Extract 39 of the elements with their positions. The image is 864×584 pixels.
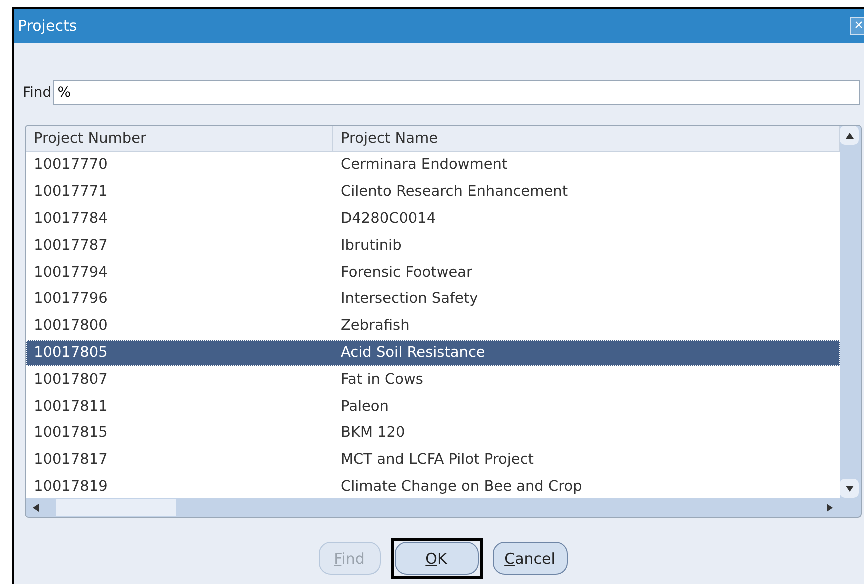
- find-field[interactable]: %: [52, 80, 860, 105]
- column-header[interactable]: Project Number: [26, 126, 333, 151]
- window-title: Projects: [18, 17, 78, 35]
- table-cell-text: Forensic Footwear: [340, 264, 474, 283]
- table-cell-text: Paleon: [340, 398, 390, 417]
- scroll-thumb[interactable]: [56, 499, 176, 516]
- scroll-right-icon[interactable]: [826, 502, 834, 512]
- table-row[interactable]: 10017805 Acid Soil Resistance: [26, 340, 840, 366]
- table-cell-text: 10017800: [33, 317, 109, 336]
- table-cell-text: Climate Change on Bee and Crop: [340, 478, 584, 497]
- vertical-scrollbar[interactable]: [840, 126, 861, 498]
- table-cell-text: 10017817: [33, 451, 109, 470]
- table-cell-text: 10017794: [33, 264, 109, 283]
- table-cell-text: 10017807: [33, 370, 109, 390]
- scroll-left-icon[interactable]: [32, 502, 40, 512]
- table-cell-text: D4280C0014: [340, 210, 438, 229]
- dialog-button[interactable]: Cancel: [492, 542, 568, 575]
- table-cell-text: Ibrutinib: [340, 236, 403, 256]
- table-cell-text: 10017811: [33, 398, 109, 417]
- table-cell-text: 10017819: [33, 478, 109, 497]
- table-cell-text: 10017815: [33, 424, 109, 444]
- table-cell-text: 10017784: [33, 210, 109, 229]
- table-cell-text: 10017771: [33, 183, 109, 202]
- table-cell-text: Cilento Research Enhancement: [340, 183, 570, 202]
- table-cell-text: Fat in Cows: [340, 370, 424, 390]
- table-cell-text: Cerminara Endowment: [340, 156, 509, 176]
- table-cell-text: 10017770: [33, 156, 109, 176]
- table-cell-text: Intersection Safety: [340, 290, 480, 310]
- table-cell-text: BKM 120: [340, 424, 406, 444]
- table-cell-text: 10017787: [33, 236, 109, 256]
- find-label: Find: [23, 84, 52, 100]
- table-cell-text: Acid Soil Resistance: [340, 344, 486, 363]
- table-cell-text: MCT and LCFA Pilot Project: [340, 451, 535, 470]
- dialog-button[interactable]: OK: [394, 542, 478, 575]
- table-cell-text: 10017796: [33, 290, 109, 310]
- table-cell-text: Zebrafish: [340, 317, 411, 336]
- scroll-up-icon[interactable]: [844, 132, 854, 140]
- table-cell-text: 10017805: [33, 344, 109, 363]
- scroll-down-icon[interactable]: [844, 484, 854, 492]
